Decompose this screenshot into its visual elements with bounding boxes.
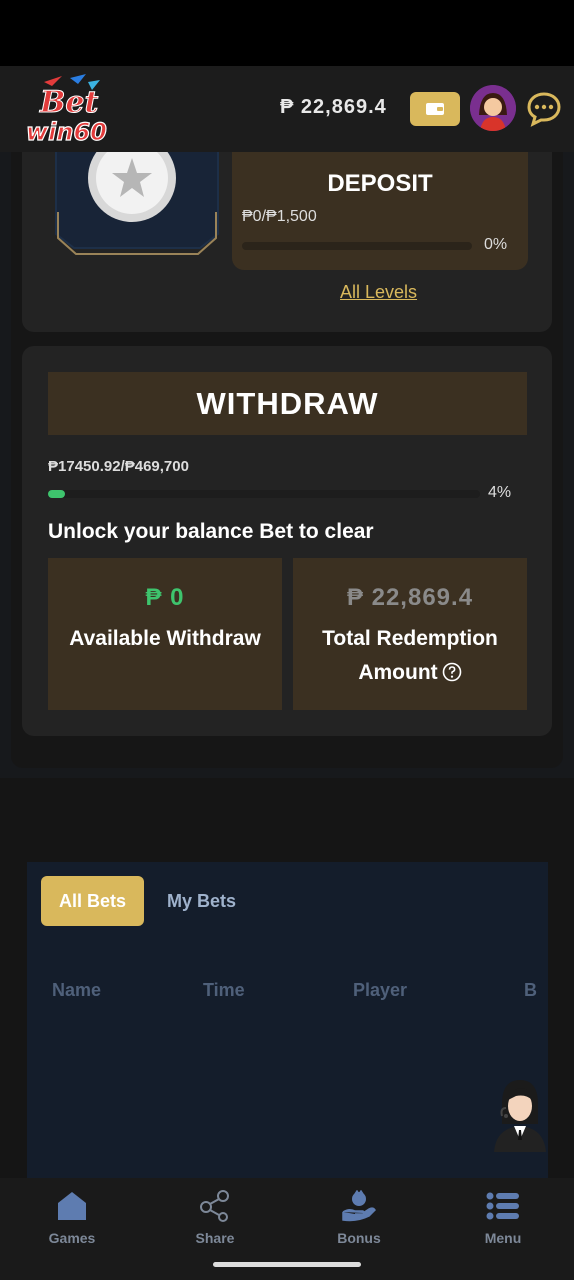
withdraw-card: WITHDRAW ₱17450.92/₱469,700 4% Unlock yo…: [22, 346, 552, 736]
nav-label-games: Games: [48, 1230, 96, 1246]
menu-icon: [486, 1192, 519, 1220]
help-icon[interactable]: [442, 662, 462, 682]
svg-text:win60: win60: [26, 118, 107, 146]
wallet-icon: [426, 103, 444, 115]
home-indicator: [213, 1262, 361, 1267]
nav-label-menu: Menu: [484, 1230, 522, 1246]
column-header-name: Name: [52, 980, 102, 1000]
total-redemption-value: ₱ 22,869.4: [346, 584, 474, 611]
available-withdraw-label: Available Withdraw: [69, 627, 261, 650]
withdraw-header: WITHDRAW: [48, 372, 527, 435]
chat-icon[interactable]: [526, 91, 562, 127]
deposit-amount: ₱0/₱1,500: [242, 208, 317, 225]
home-icon: [58, 1192, 86, 1220]
brand-logo[interactable]: Bet win60: [22, 72, 108, 147]
deposit-percent: 0%: [484, 236, 508, 253]
available-withdraw-value: ₱ 0: [145, 584, 185, 611]
withdraw-percent: 4%: [488, 484, 512, 501]
vip-card: DEPOSIT ₱0/₱1,500 0% All Levels: [22, 152, 552, 332]
tab-my-bets[interactable]: My Bets: [157, 876, 246, 926]
all-levels-link[interactable]: All Levels: [340, 282, 417, 303]
column-header-player: Player: [353, 980, 408, 1000]
nav-share[interactable]: Share: [165, 1190, 265, 1246]
bets-section: All Bets My Bets Name Time Player B: [0, 778, 574, 1178]
balance-display: ₱ 22,869.4: [280, 96, 387, 118]
nav-games[interactable]: Games: [22, 1190, 122, 1246]
tab-all-bets[interactable]: All Bets: [41, 876, 144, 926]
avatar[interactable]: [470, 85, 516, 131]
total-redemption-label-wrap: Total Redemption Amount: [293, 622, 527, 690]
withdraw-amount: ₱17450.92/₱469,700: [48, 458, 189, 475]
deposit-progress-bar: [242, 242, 472, 250]
total-redemption-label: Total Redemption Amount: [322, 627, 498, 684]
bets-panel: All Bets My Bets Name Time Player B: [27, 862, 548, 1178]
total-redemption-box: ₱ 22,869.4 Total Redemption Amount: [293, 558, 527, 710]
status-bar: [0, 0, 574, 66]
withdraw-progress-bar: [48, 490, 480, 498]
bonus-icon: [342, 1190, 376, 1222]
share-icon: [200, 1190, 229, 1222]
deposit-progress-box: DEPOSIT ₱0/₱1,500 0%: [232, 152, 528, 270]
available-withdraw-box: ₱ 0 Available Withdraw: [48, 558, 282, 710]
column-header-time: Time: [203, 980, 245, 1000]
column-header-bet: B: [524, 980, 537, 1000]
nav-label-bonus: Bonus: [337, 1230, 381, 1246]
withdraw-progress-fill: [48, 490, 66, 498]
vip-level-badge: [52, 152, 222, 282]
customer-service-agent-icon[interactable]: [490, 1074, 550, 1152]
unlock-text: Unlock your balance Bet to clear: [48, 520, 374, 543]
top-header: Bet win60 ₱ 22,869.4: [0, 66, 574, 152]
nav-label-share: Share: [195, 1230, 235, 1246]
svg-text:Bet: Bet: [39, 85, 98, 120]
nav-bonus[interactable]: Bonus: [309, 1190, 409, 1246]
withdraw-title: WITHDRAW: [196, 385, 379, 421]
deposit-title: DEPOSIT: [327, 170, 433, 197]
nav-menu[interactable]: Menu: [453, 1190, 553, 1246]
wallet-button[interactable]: [410, 92, 460, 126]
